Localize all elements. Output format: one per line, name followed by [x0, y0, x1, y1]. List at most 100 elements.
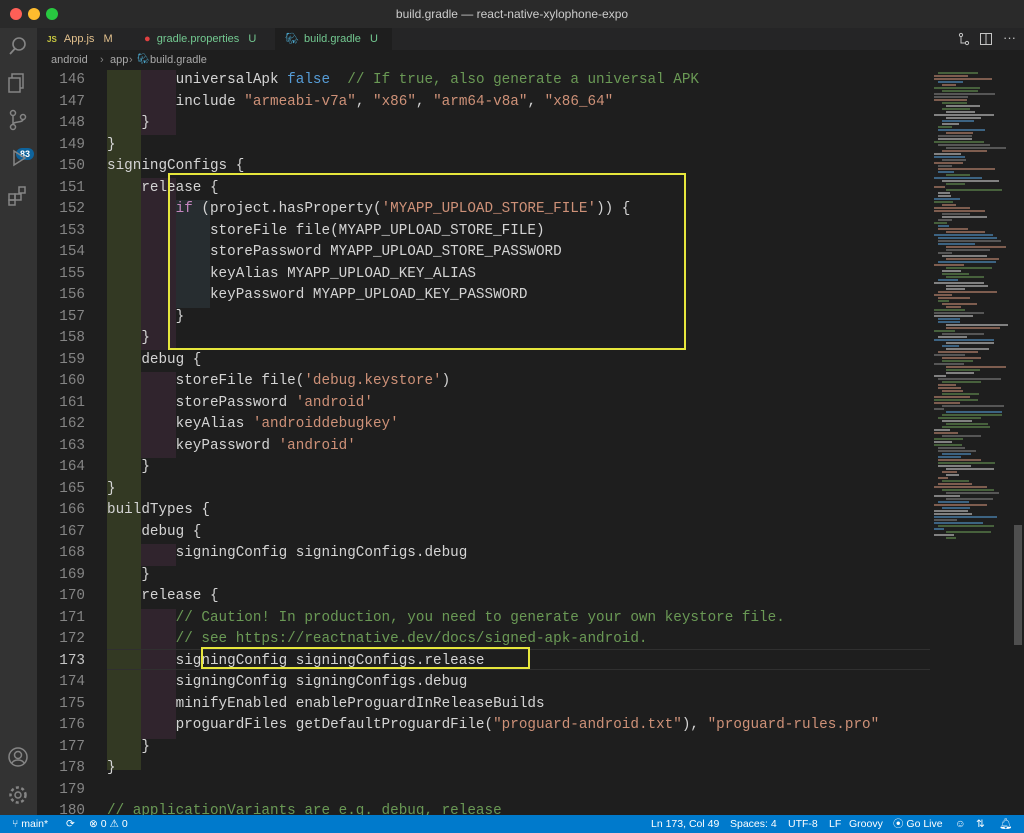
minimap-line — [938, 351, 978, 353]
extensions-icon[interactable] — [6, 184, 30, 208]
sync-icon[interactable]: ⟳ — [66, 815, 75, 833]
minimap-line — [942, 471, 957, 473]
minimap-line — [946, 366, 1006, 368]
code-text: } — [107, 480, 116, 497]
tab-label: gradle.properties — [156, 33, 240, 45]
code-line[interactable]: 161 storePassword 'android' — [37, 393, 930, 415]
code-line[interactable]: 175 minifyEnabled enableProguardInReleas… — [37, 694, 930, 716]
code-line[interactable]: 169 } — [37, 565, 930, 587]
code-line[interactable]: 164 } — [37, 457, 930, 479]
minimap-line — [938, 243, 975, 245]
open-changes-icon[interactable] — [957, 32, 971, 46]
minimap-line — [946, 372, 974, 374]
breadcrumb-build-gradle[interactable]: build.gradle — [150, 50, 207, 70]
code-line[interactable]: 163 keyPassword 'android' — [37, 436, 930, 458]
code-text: } — [107, 115, 150, 131]
branch-indicator[interactable]: ⑂ main* — [12, 815, 48, 833]
split-editor-icon[interactable] — [979, 32, 993, 46]
code-line[interactable]: 146 universalApk false // If true, also … — [37, 70, 930, 92]
minimap-line — [938, 129, 985, 131]
minimap-line — [942, 507, 970, 509]
remote-icon[interactable]: ⇅ — [976, 815, 985, 833]
run-debug-icon[interactable] — [6, 146, 30, 170]
notifications-bell-icon[interactable]: 🔔︎ — [999, 815, 1012, 833]
minimap-line — [942, 90, 978, 92]
gradle-properties-icon: ● — [144, 33, 151, 45]
minimap-line — [934, 534, 954, 536]
code-line[interactable]: 159 debug { — [37, 350, 930, 372]
minimap-line — [946, 246, 1006, 248]
minimap-line — [934, 312, 984, 314]
minimap-line — [934, 186, 945, 188]
warning-icon: ⚠ — [109, 818, 119, 830]
code-line[interactable]: 167 debug { — [37, 522, 930, 544]
code-line[interactable]: 178} — [37, 758, 930, 780]
breadcrumb-app[interactable]: app — [110, 50, 128, 70]
code-line[interactable]: 165} — [37, 479, 930, 501]
source-control-icon[interactable] — [6, 108, 30, 132]
tab-app-js[interactable]: JS App.js M — [37, 28, 134, 50]
code-line[interactable]: 180 // applicationVariants are e.g. debug… — [37, 801, 930, 815]
code-text: signingConfig signingConfigs.debug — [107, 674, 468, 690]
tab-gradle-properties[interactable]: ● gradle.properties U — [134, 28, 275, 50]
code-line[interactable]: 170 release { — [37, 586, 930, 608]
code-text: keyAlias 'androiddebugkey' — [107, 416, 399, 432]
language-mode[interactable]: Groovy — [849, 815, 883, 833]
account-icon[interactable] — [6, 745, 30, 769]
code-line[interactable]: 179 — [37, 780, 930, 802]
code-line[interactable]: 147 include "armeabi-v7a", "x86", "arm64… — [37, 92, 930, 114]
code-line[interactable]: 160 storeFile file('debug.keystore') — [37, 371, 930, 393]
search-icon[interactable] — [6, 34, 30, 58]
minimap-line — [938, 465, 971, 467]
minimap-line — [934, 522, 983, 524]
minimap-line — [946, 105, 980, 107]
line-number: 160 — [59, 373, 85, 389]
minimap[interactable] — [930, 70, 1012, 815]
go-live-button[interactable]: ⦿ Go Live — [893, 815, 943, 833]
chevron-right-icon: › — [129, 54, 133, 66]
broadcast-icon: ⦿ — [893, 818, 904, 830]
minimap-line — [946, 285, 988, 287]
minimap-line — [938, 462, 995, 464]
indentation-setting[interactable]: Spaces: 4 — [730, 815, 777, 833]
minimap-line — [934, 210, 985, 212]
minimap-line — [942, 333, 984, 335]
minimap-line — [942, 414, 1002, 416]
line-number: 152 — [59, 201, 85, 217]
js-file-icon: JS — [47, 35, 57, 44]
settings-gear-icon[interactable] — [6, 783, 30, 807]
eol-setting[interactable]: LF — [829, 815, 841, 833]
line-number: 175 — [59, 695, 85, 712]
code-line[interactable]: 149} — [37, 135, 930, 157]
code-line[interactable]: 168 signingConfig signingConfigs.debug — [37, 543, 930, 565]
breadcrumb-android[interactable]: android — [51, 50, 88, 70]
code-line[interactable]: 162 keyAlias 'androiddebugkey' — [37, 414, 930, 436]
minimap-line — [946, 132, 973, 134]
line-number: 162 — [59, 416, 85, 432]
scrollbar-thumb[interactable] — [1014, 525, 1022, 645]
tab-build-gradle[interactable]: 🐘︎ build.gradle U × — [275, 28, 392, 68]
code-line[interactable]: 176 proguardFiles getDefaultProguardFile… — [37, 715, 930, 737]
minimap-line — [938, 291, 997, 293]
cursor-position[interactable]: Ln 173, Col 49 — [651, 815, 719, 833]
code-line[interactable]: 148 } — [37, 113, 930, 135]
explorer-icon[interactable] — [6, 71, 30, 95]
minimap-line — [942, 489, 994, 491]
minimap-line — [942, 159, 966, 161]
problems-indicator[interactable]: ⊗ 0 ⚠ 0 — [89, 815, 128, 833]
line-number: 163 — [59, 437, 85, 454]
minimap-line — [934, 141, 984, 143]
code-line[interactable]: 166 buildTypes { — [37, 500, 930, 522]
code-line[interactable]: 171 // Caution! In production, you need … — [37, 608, 930, 630]
code-line[interactable]: 177 } — [37, 737, 930, 759]
minimap-line — [942, 180, 999, 182]
encoding-setting[interactable]: UTF-8 — [788, 815, 818, 833]
code-line[interactable]: 174 signingConfig signingConfigs.debug — [37, 672, 930, 694]
error-icon: ⊗ — [89, 818, 98, 830]
code-text: debug { — [107, 351, 202, 368]
more-actions-icon[interactable]: ··· — [1003, 28, 1016, 48]
code-text: } — [107, 738, 150, 755]
feedback-icon[interactable]: ☺ — [955, 815, 966, 833]
scrollbar[interactable] — [1012, 70, 1024, 815]
status-bar: ⑂ main* ⟳ ⊗ 0 ⚠ 0 Ln 173, Col 49 Spaces:… — [0, 815, 1024, 833]
